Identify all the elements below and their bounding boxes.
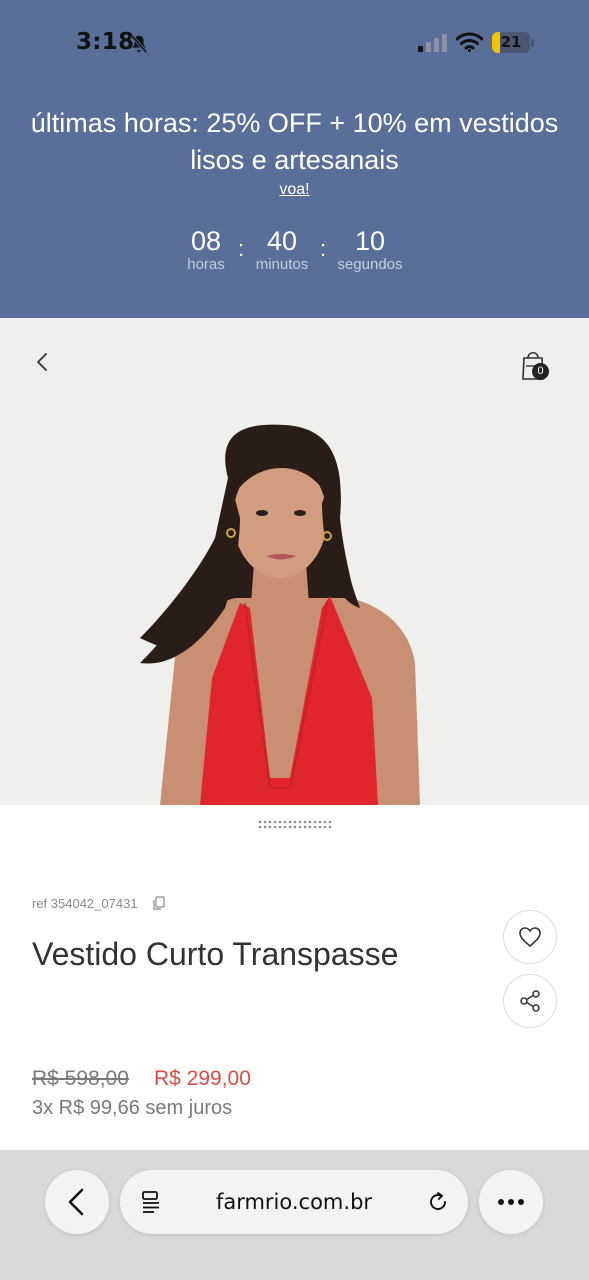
address-bar[interactable]: farmrio.com.br <box>120 1170 468 1234</box>
countdown-timer: 08 horas : 40 minutos : 10 segundos <box>0 226 589 286</box>
ellipsis-icon <box>498 1199 524 1205</box>
url-text: farmrio.com.br <box>215 1190 373 1214</box>
battery-tip <box>531 39 534 47</box>
bell-slash-icon <box>130 34 148 54</box>
signal-icon <box>418 34 447 52</box>
share-icon <box>520 990 540 1012</box>
promo-title: últimas horas: 25% OFF + 10% em vestidos… <box>30 108 559 175</box>
wifi-icon <box>456 32 483 52</box>
countdown-hours: 08 horas <box>180 226 232 274</box>
status-bar: 3:18 21 <box>0 0 589 86</box>
countdown-seconds-label: segundos <box>337 256 403 273</box>
browser-toolbar: farmrio.com.br <box>0 1150 589 1280</box>
browser-back-button[interactable] <box>45 1170 109 1234</box>
countdown-minutes-label: minutos <box>255 256 309 273</box>
countdown-seconds-value: 10 <box>354 226 386 256</box>
product-title: Vestido Curto Transpasse <box>32 936 399 972</box>
countdown-seconds: 10 segundos <box>330 226 410 274</box>
countdown-hours-value: 08 <box>190 226 222 256</box>
countdown-separator: : <box>320 236 327 261</box>
favorite-button[interactable] <box>503 910 557 964</box>
sale-price: R$ 299,00 <box>154 1067 251 1090</box>
cart-count-badge: 0 <box>532 363 549 380</box>
product-ref: ref 354042_07431 <box>32 896 138 911</box>
product-image-gallery[interactable]: 0 <box>0 318 589 805</box>
countdown-minutes-value: 40 <box>266 226 298 256</box>
countdown-separator: : <box>238 236 245 261</box>
chevron-left-icon <box>68 1188 84 1216</box>
back-chevron-icon[interactable] <box>32 352 52 372</box>
share-button[interactable] <box>503 974 557 1028</box>
promo-banner: 3:18 21 últimas horas: 25% OFF + 10% em … <box>0 0 589 318</box>
countdown-hours-label: horas <box>187 256 225 273</box>
product-photo <box>0 318 589 805</box>
copy-icon[interactable] <box>152 896 166 911</box>
original-price: R$ 598,00 <box>32 1067 129 1090</box>
more-options-button[interactable] <box>479 1170 543 1234</box>
reload-icon[interactable] <box>426 1190 450 1214</box>
battery-level: 21 <box>500 33 522 51</box>
gallery-pager-dots[interactable] <box>257 820 333 830</box>
heart-icon <box>519 927 541 947</box>
countdown-minutes: 40 minutos <box>248 226 316 274</box>
installments-text: 3x R$ 99,66 sem juros <box>32 1097 233 1119</box>
status-time: 3:18 <box>76 29 135 55</box>
battery-icon: 21 <box>492 32 530 53</box>
promo-link[interactable]: voa! <box>0 181 589 199</box>
